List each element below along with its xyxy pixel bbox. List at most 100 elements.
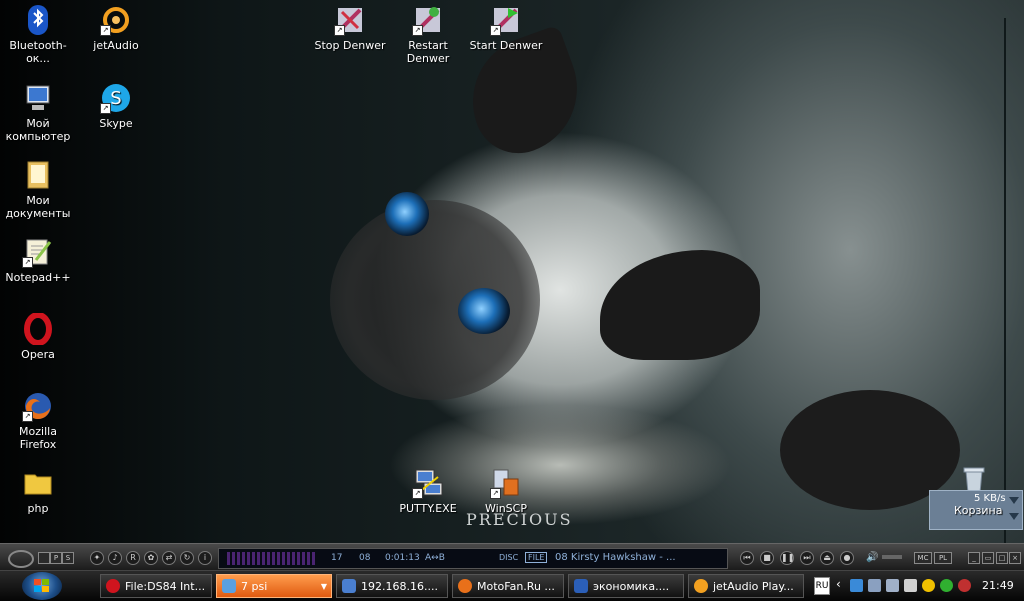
windows-logo-icon <box>34 579 50 593</box>
playlist-button[interactable]: PL <box>934 552 952 564</box>
volume-slider[interactable] <box>882 555 902 559</box>
desktop-icon-my-computer[interactable]: Мой компьютер <box>0 82 76 143</box>
player-effect-button[interactable]: ✦ <box>90 551 104 565</box>
desktop-icon-restart-denwer[interactable]: ↗ Restart Denwer <box>390 4 466 65</box>
denwer-icon: ↗ <box>490 4 522 36</box>
cat-eye-right <box>458 288 510 334</box>
cat-face-mask <box>330 200 540 400</box>
denwer-icon: ↗ <box>412 4 444 36</box>
player-minimize-button[interactable]: _ <box>968 552 980 564</box>
taskbar-item-psi[interactable]: 7 psi ▼ <box>216 574 332 598</box>
equalizer-visualizer <box>227 552 317 565</box>
player-play-pause-button[interactable]: ❚❚ <box>780 551 794 565</box>
firefox-icon: ↗ <box>22 390 54 422</box>
desktop: Bluetooth-ок... ↗ jetAudio ↗ Stop Denwer… <box>0 0 1024 543</box>
bluetooth-tray-icon[interactable] <box>958 579 971 592</box>
denwer-icon: ↗ <box>334 4 366 36</box>
desktop-icon-putty[interactable]: ↗ PUTTY.EXE <box>390 467 466 515</box>
file-mode-indicator[interactable]: FILE <box>525 552 548 563</box>
disc-mode-indicator[interactable]: DISC <box>499 553 518 562</box>
shortcut-arrow-icon: ↗ <box>412 488 423 499</box>
tray-expand-icon[interactable]: ‹ <box>836 577 841 591</box>
network-speed: 5 KB/s <box>974 493 1006 504</box>
putty-icon <box>342 579 356 593</box>
player-compact-button[interactable]: ▭ <box>982 552 994 564</box>
taskbar-item-firefox[interactable]: MotoFan.Ru ... <box>452 574 564 598</box>
network-monitor-widget[interactable]: 5 KB/s Корзина <box>929 490 1023 530</box>
volume-icon: 🔊 <box>866 552 879 563</box>
network-arrow-down-icon <box>1009 497 1019 504</box>
computer-tray-icon[interactable] <box>868 579 881 592</box>
player-info-button[interactable]: i <box>198 551 212 565</box>
star-tray-icon[interactable] <box>922 579 935 592</box>
monitor-tray-icon[interactable] <box>886 579 899 592</box>
opera-icon <box>22 312 54 346</box>
player-next-button[interactable]: ⏭ <box>800 551 814 565</box>
player-stop-button[interactable]: ■ <box>760 551 774 565</box>
desktop-icon-start-denwer[interactable]: ↗ Start Denwer <box>468 4 544 52</box>
shortcut-arrow-icon: ↗ <box>22 411 33 422</box>
player-close-button[interactable]: × <box>1009 552 1021 564</box>
folder-icon <box>22 467 54 499</box>
clock[interactable]: 21:49 <box>982 574 1014 598</box>
winscp-icon: ↗ <box>490 467 522 499</box>
network-arrow-down-icon <box>1009 513 1019 520</box>
player-menu-button[interactable] <box>38 552 50 564</box>
desktop-icon-php[interactable]: php <box>0 467 76 515</box>
player-open-button[interactable]: ⏏ <box>820 551 834 565</box>
player-prev-button[interactable]: ⏮ <box>740 551 754 565</box>
putty-icon: ↗ <box>412 467 444 499</box>
wallpaper-watermark: PRECIOUS <box>466 510 573 529</box>
recycle-bin-label: Корзина <box>954 504 1003 517</box>
player-skin-button[interactable]: S <box>62 552 74 564</box>
taskbar-item-word[interactable]: экономика.... <box>568 574 684 598</box>
shortcut-arrow-icon: ↗ <box>100 25 111 36</box>
desktop-icon-bluetooth[interactable]: Bluetooth-ок... <box>0 4 76 65</box>
player-restore-button[interactable]: □ <box>996 552 1008 564</box>
skype-icon: S ↗ <box>100 82 132 114</box>
jetaudio-icon <box>694 579 708 593</box>
update-tray-icon[interactable] <box>940 579 953 592</box>
player-record-button[interactable]: R <box>126 551 140 565</box>
desktop-icon-firefox[interactable]: ↗ Mozilla Firefox <box>0 390 76 451</box>
jetaudio-icon: ↗ <box>100 4 132 36</box>
cat-eye-left <box>385 192 429 236</box>
playback-time: 0:01:13 <box>385 553 420 563</box>
shortcut-arrow-icon: ↗ <box>490 25 501 36</box>
desktop-icon-skype[interactable]: S ↗ Skype <box>78 82 154 130</box>
shortcut-arrow-icon: ↗ <box>334 25 345 36</box>
network-tray-icon[interactable] <box>850 579 863 592</box>
notepad-icon: ↗ <box>22 236 54 268</box>
desktop-icon-opera[interactable]: Opera <box>0 312 76 361</box>
desktop-icon-notepadpp[interactable]: ↗ Notepad++ <box>0 236 76 284</box>
player-record-stop-button[interactable]: ● <box>840 551 854 565</box>
player-repeat-button[interactable]: ↻ <box>180 551 194 565</box>
shortcut-arrow-icon: ↗ <box>22 257 33 268</box>
language-indicator[interactable]: RU <box>814 577 830 595</box>
start-button[interactable] <box>22 572 62 600</box>
taskbar-item-jetaudio[interactable]: jetAudio Play... <box>688 574 804 598</box>
desktop-icon-stop-denwer[interactable]: ↗ Stop Denwer <box>312 4 388 52</box>
taskbar-item-putty[interactable]: 192.168.16.... <box>336 574 448 598</box>
system-tray: RU ‹ 21:49 <box>812 574 1024 598</box>
desktop-icon-jetaudio[interactable]: ↗ jetAudio <box>78 4 154 52</box>
shortcut-arrow-icon: ↗ <box>490 488 501 499</box>
track-title: 08 Kirsty Hawkshaw - ... <box>555 552 676 563</box>
bluetooth-icon <box>22 4 54 36</box>
desktop-icon-my-documents[interactable]: Мои документы <box>0 159 76 220</box>
firefox-icon <box>458 579 472 593</box>
taskbar-item-opera[interactable]: File:DS84 Int... <box>100 574 212 598</box>
player-eq-button[interactable]: ♪ <box>108 551 122 565</box>
shortcut-arrow-icon: ↗ <box>100 103 111 114</box>
player-convert-button[interactable]: ⇄ <box>162 551 176 565</box>
ab-repeat-indicator[interactable]: A↔B <box>425 553 445 563</box>
desktop-icon-winscp[interactable]: ↗ WinSCP <box>468 467 544 515</box>
player-settings-button[interactable]: P <box>50 552 62 564</box>
media-center-button[interactable]: MC <box>914 552 932 564</box>
player-visual-button[interactable]: ✿ <box>144 551 158 565</box>
track-total: 08 <box>359 553 371 563</box>
opera-icon <box>106 579 120 593</box>
chevron-down-icon: ▼ <box>320 582 327 591</box>
speaker-tray-icon[interactable] <box>904 579 917 592</box>
svg-text:S: S <box>110 88 121 109</box>
